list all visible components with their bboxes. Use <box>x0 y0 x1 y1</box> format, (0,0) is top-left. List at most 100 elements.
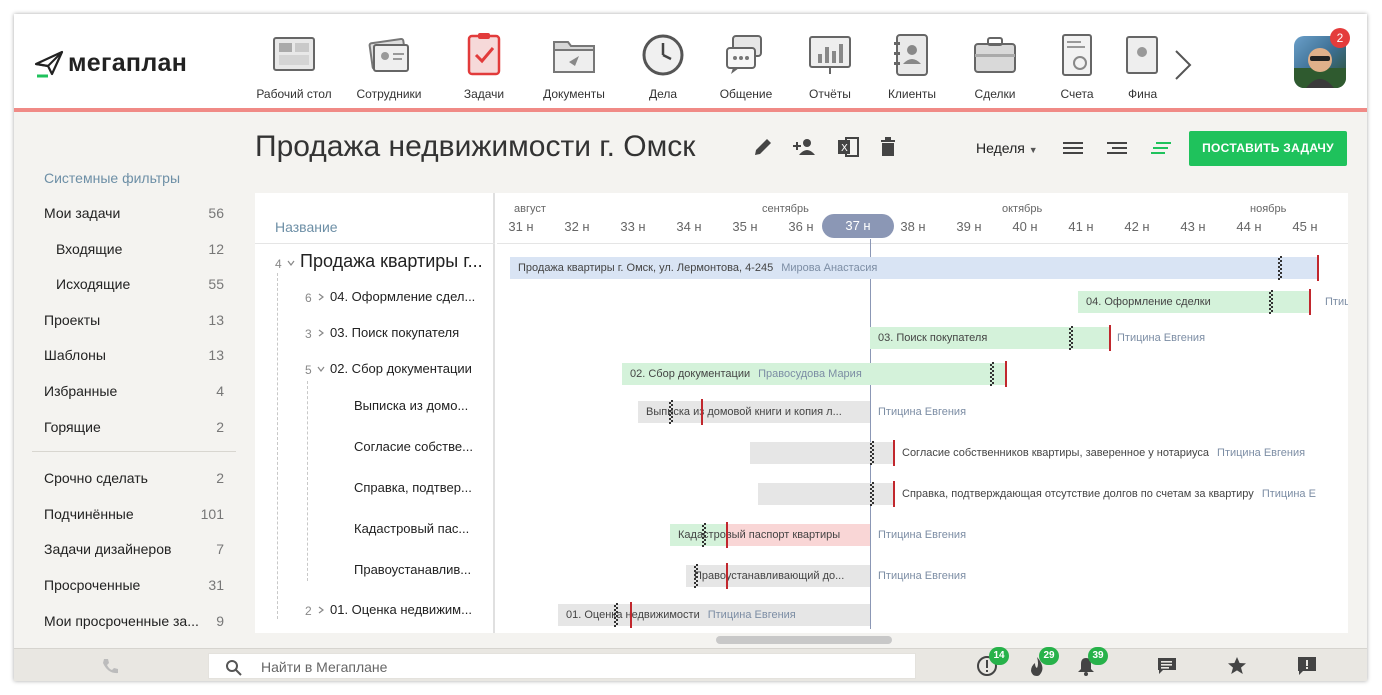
edit-pencil-icon[interactable] <box>752 136 774 158</box>
sidebar-item-projects[interactable]: Проекты 13 <box>44 312 224 332</box>
task-name[interactable]: Продажа квартиры г... <box>300 251 490 275</box>
task-name[interactable]: Справка, подтвер... <box>354 480 484 500</box>
gantt-bar[interactable]: 04. Оформление сделки <box>1078 291 1310 313</box>
nav-clients[interactable]: Клиенты <box>867 32 957 101</box>
sidebar-item-label: Мои просроченные за... <box>44 613 199 629</box>
horizontal-scrollbar[interactable] <box>716 636 892 644</box>
task-name[interactable]: 03. Поиск покупателя <box>330 325 490 345</box>
sidebar-item-designers[interactable]: Задачи дизайнеров 7 <box>44 541 224 561</box>
delete-trash-icon[interactable] <box>878 136 898 158</box>
task-name[interactable]: 02. Сбор документации <box>330 361 490 381</box>
search-bar[interactable]: Найти в Мегаплане <box>208 653 916 679</box>
gantt-bar[interactable]: Кадастровый паспорт квартиры <box>670 524 870 546</box>
current-week-label: 37 н <box>822 214 894 238</box>
tree-view-icon[interactable] <box>1106 139 1128 157</box>
nav-documents[interactable]: Документы <box>529 32 619 101</box>
bar-assignee: Птицина Евгения <box>1217 447 1306 459</box>
nav-label: Клиенты <box>887 87 937 101</box>
sidebar-item-outgoing[interactable]: Исходящие 55 <box>56 276 224 296</box>
nav-label: Общение <box>719 87 773 101</box>
bar-assignee: Птицина Евгения <box>878 406 967 418</box>
task-name[interactable]: Согласие собстве... <box>354 439 484 459</box>
bar-title: Справка, подтверждающая отсутствие долго… <box>902 488 1254 500</box>
sidebar-item-urgent[interactable]: Срочно сделать 2 <box>44 470 224 490</box>
feedback-icon[interactable] <box>1296 655 1318 677</box>
employees-icon <box>368 38 409 72</box>
month-label: август <box>514 203 546 215</box>
row-count: 5 <box>305 363 312 377</box>
chevron-down-icon[interactable] <box>317 365 325 373</box>
sidebar-item-subordinates[interactable]: Подчинённые 101 <box>44 506 224 526</box>
sidebar-item-label: Входящие <box>56 241 123 257</box>
nav-deals[interactable]: Сделки <box>950 32 1040 101</box>
tree-connector <box>277 273 278 619</box>
clients-icon <box>894 34 928 76</box>
week-label: 42 н <box>1124 219 1150 234</box>
chevron-right-icon[interactable] <box>1170 48 1194 82</box>
bar-assignee-label: Птицина Евгения <box>870 565 966 587</box>
header-divider <box>255 243 495 244</box>
week-label: 32 н <box>564 219 590 234</box>
sidebar-item-my-tasks[interactable]: Мои задачи 56 <box>44 205 224 225</box>
top-navigation: мегаплан Рабочий стол Сотрудники Задачи … <box>14 14 1367 112</box>
sidebar-item-count: 4 <box>216 383 224 399</box>
gantt-bar[interactable]: 02. Сбор документации Правосудова Мария <box>622 363 1006 385</box>
gantt-chart: Название 4 Продажа квартиры г... 6 04. О… <box>255 193 1348 633</box>
nav-label: Дела <box>648 87 678 101</box>
task-name[interactable]: Кадастровый пас... <box>354 521 484 541</box>
gantt-view-icon[interactable] <box>1150 139 1172 157</box>
notifications-badge: 39 <box>1088 647 1108 665</box>
chevron-down-icon[interactable] <box>287 259 295 267</box>
gantt-bar[interactable]: 03. Поиск покупателя <box>870 327 1110 349</box>
list-view-icon[interactable] <box>1062 139 1084 157</box>
progress-marker <box>669 400 673 424</box>
nav-deals-tasks[interactable]: Дела <box>618 32 708 101</box>
sidebar-item-templates[interactable]: Шаблоны 13 <box>44 347 224 367</box>
period-select[interactable]: Неделя ▼ <box>976 140 1038 156</box>
bar-title: 02. Сбор документации <box>630 368 751 380</box>
sidebar-item-count: 12 <box>208 241 224 257</box>
chevron-right-icon[interactable] <box>317 293 325 301</box>
sidebar-item-my-overdue[interactable]: Мои просроченные за... 9 <box>44 613 224 633</box>
sidebar-item-count: 2 <box>216 419 224 435</box>
nav-desktop[interactable]: Рабочий стол <box>249 32 339 101</box>
progress-marker <box>870 482 874 506</box>
sidebar-item-label: Горящие <box>44 419 101 435</box>
chevron-right-icon[interactable] <box>317 329 325 337</box>
phone-icon[interactable] <box>100 657 120 675</box>
bar-assignee-label: Птицина Евгения <box>870 524 966 546</box>
sidebar-item-overdue[interactable]: Просроченные 31 <box>44 577 224 597</box>
gantt-bar[interactable]: Правоустанавливающий до... <box>686 565 870 587</box>
sidebar-item-label: Срочно сделать <box>44 470 148 486</box>
nav-tasks[interactable]: Задачи <box>439 32 529 101</box>
deadline-marker <box>701 399 703 425</box>
gantt-bar[interactable]: 01. Оценка недвижимости Птицина Евгения <box>558 604 870 626</box>
nav-communication[interactable]: Общение <box>701 32 791 101</box>
bar-title: Выписка из домовой книги и копия л... <box>646 406 842 418</box>
add-task-button[interactable]: ПОСТАВИТЬ ЗАДАЧУ <box>1189 131 1347 166</box>
task-name[interactable]: Выписка из домо... <box>354 398 484 418</box>
sidebar-item-hot[interactable]: Горящие 2 <box>44 419 224 439</box>
nav-reports[interactable]: Отчёты <box>785 32 875 101</box>
excel-export-icon[interactable]: X <box>836 136 860 158</box>
add-participant-icon[interactable] <box>792 136 818 158</box>
notification-badge: 2 <box>1330 28 1350 48</box>
megaplan-logo[interactable]: мегаплан <box>34 48 187 78</box>
bar-title: 01. Оценка недвижимости <box>566 609 700 621</box>
sidebar-item-label: Просроченные <box>44 577 141 593</box>
row-count: 3 <box>305 327 312 341</box>
sidebar-item-favorites[interactable]: Избранные 4 <box>44 383 224 403</box>
deals-icon <box>974 37 1016 73</box>
star-icon[interactable] <box>1226 655 1248 677</box>
chevron-right-icon[interactable] <box>317 606 325 614</box>
sidebar-item-incoming[interactable]: Входящие 12 <box>56 241 224 261</box>
task-name[interactable]: 01. Оценка недвижим... <box>330 602 490 622</box>
gantt-bar[interactable]: Продажа квартиры г. Омск, ул. Лермонтова… <box>510 257 1318 279</box>
gantt-names-column: Название 4 Продажа квартиры г... 6 04. О… <box>255 193 495 633</box>
bar-assignee-label: Птицина Евгения <box>1109 327 1205 349</box>
nav-finance[interactable]: Фина <box>1108 32 1164 101</box>
nav-employees[interactable]: Сотрудники <box>344 32 434 101</box>
task-name[interactable]: 04. Оформление сдел... <box>330 289 490 309</box>
messages-icon[interactable] <box>1156 655 1178 677</box>
task-name[interactable]: Правоустанавлив... <box>354 562 484 582</box>
